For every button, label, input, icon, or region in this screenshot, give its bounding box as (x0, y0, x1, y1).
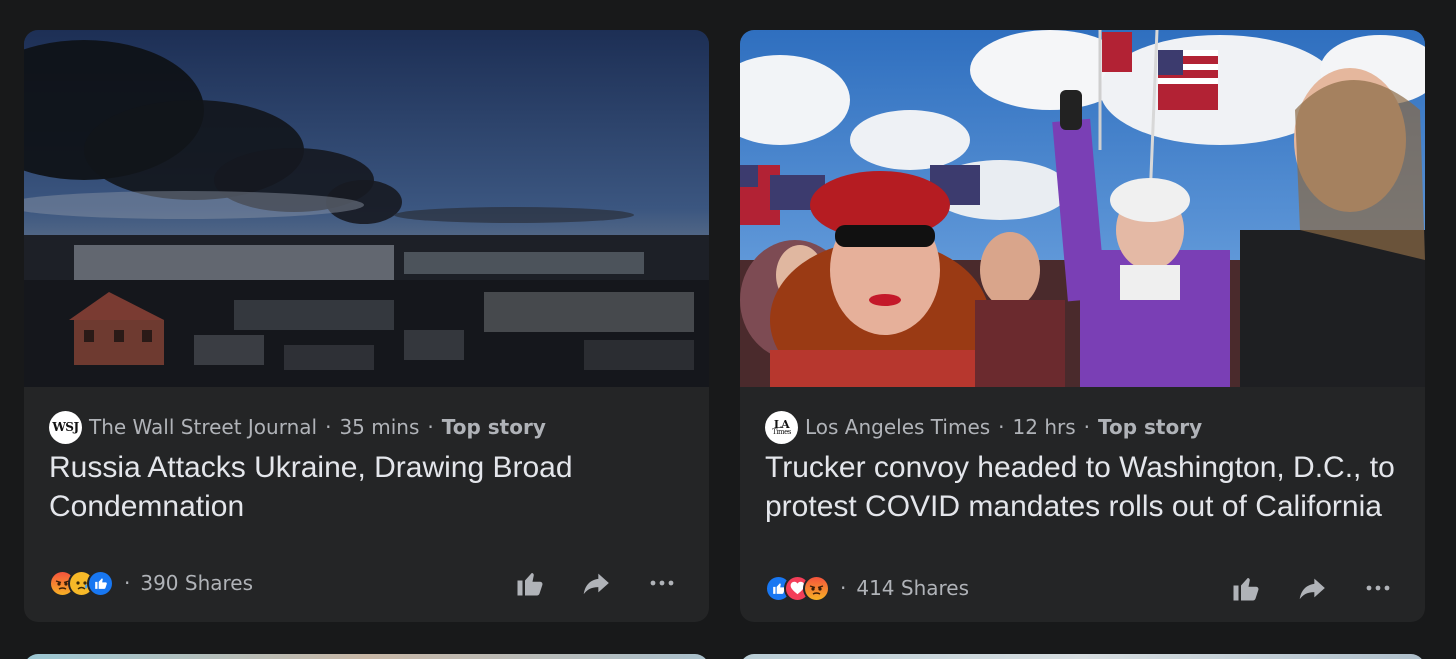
next-card-preview[interactable] (24, 654, 709, 659)
news-card[interactable]: LA Times Los Angeles Times · 12 hrs · To… (740, 30, 1425, 622)
source-name[interactable]: Los Angeles Times (805, 415, 990, 439)
card-actions (1202, 570, 1400, 606)
story-headline[interactable]: Russia Attacks Ukraine, Drawing Broad Co… (49, 449, 689, 526)
reaction-summary[interactable] (49, 569, 114, 597)
story-image[interactable] (24, 30, 709, 387)
next-card-preview[interactable] (740, 654, 1425, 659)
share-count[interactable]: 414 Shares (856, 576, 969, 600)
source-name[interactable]: The Wall Street Journal (89, 415, 317, 439)
card-footer: · 390 Shares (49, 565, 684, 601)
like-reaction-icon (87, 569, 114, 597)
like-button[interactable] (1224, 570, 1268, 606)
angry-reaction-icon (803, 574, 830, 602)
separator: · (124, 571, 131, 595)
separator: · (998, 415, 1005, 439)
card-actions (486, 565, 684, 601)
share-arrow-icon (583, 573, 609, 595)
news-card[interactable]: WSJ The Wall Street Journal · 35 mins · … (24, 30, 709, 622)
top-story-tag: Top story (1098, 415, 1203, 439)
card-footer: · 414 Shares (765, 570, 1400, 606)
reaction-summary[interactable] (765, 574, 830, 602)
share-count[interactable]: 390 Shares (140, 571, 253, 595)
story-meta: LA Times Los Angeles Times · 12 hrs · To… (765, 410, 1203, 444)
share-arrow-icon (1299, 578, 1325, 600)
story-headline[interactable]: Trucker convoy headed to Washington, D.C… (765, 449, 1405, 526)
source-logo[interactable]: WSJ (49, 410, 82, 444)
more-options-button[interactable] (640, 565, 684, 601)
more-dots-icon (650, 580, 674, 586)
time-ago: 35 mins (339, 415, 420, 439)
share-button[interactable] (574, 565, 618, 601)
separator: · (427, 415, 434, 439)
story-meta: WSJ The Wall Street Journal · 35 mins · … (49, 410, 546, 444)
story-image[interactable] (740, 30, 1425, 387)
time-ago: 12 hrs (1012, 415, 1076, 439)
top-story-tag: Top story (441, 415, 546, 439)
separator: · (840, 576, 847, 600)
like-button[interactable] (508, 565, 552, 601)
separator: · (325, 415, 332, 439)
more-dots-icon (1366, 585, 1390, 591)
thumbs-up-icon (517, 573, 543, 596)
thumbs-up-icon (1233, 578, 1259, 601)
share-button[interactable] (1290, 570, 1334, 606)
separator: · (1083, 415, 1091, 439)
more-options-button[interactable] (1356, 570, 1400, 606)
source-logo[interactable]: LA Times (765, 410, 798, 444)
